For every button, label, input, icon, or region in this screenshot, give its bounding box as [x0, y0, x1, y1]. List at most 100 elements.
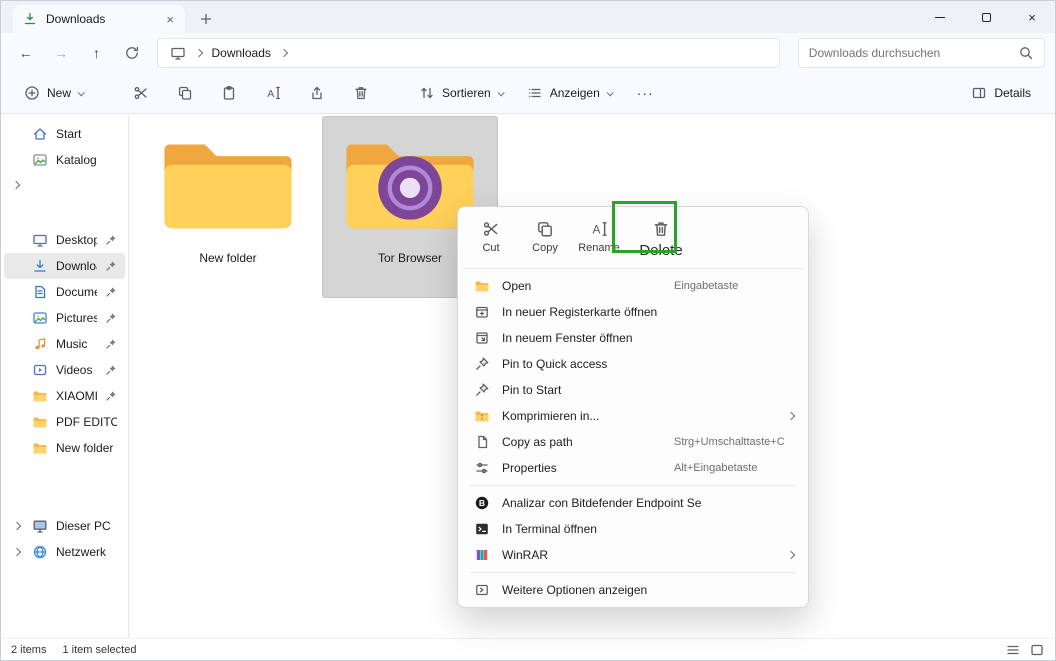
more-options-icon	[474, 582, 490, 598]
sidebar-item-desktop[interactable]: Desktop	[4, 227, 125, 253]
maximize-button[interactable]	[963, 1, 1009, 33]
menu-item-compress[interactable]: Komprimieren in...	[462, 403, 804, 429]
copy-button[interactable]: Copy	[522, 216, 568, 256]
context-menu: Cut Copy A Rename Delete Open Eingabetas…	[457, 206, 809, 608]
command-toolbar: New A Sortieren Anzeigen ··· Details	[1, 73, 1055, 114]
copy-icon	[177, 85, 193, 101]
sidebar-expander[interactable]	[1, 173, 128, 197]
sidebar-item-music[interactable]: Music	[4, 331, 125, 357]
menu-item-open-new-tab[interactable]: In neuer Registerkarte öffnen	[462, 299, 804, 325]
sidebar-item-start[interactable]: Start	[4, 121, 125, 147]
new-tab-icon	[474, 304, 490, 320]
context-menu-quick-actions: Cut Copy A Rename Delete	[462, 211, 804, 269]
titlebar: Downloads × ×	[1, 1, 1055, 33]
sidebar: Start Katalog Desktop Downloads Document…	[1, 115, 129, 638]
clipboard-icon	[221, 85, 237, 101]
thumbnail-view-toggle[interactable]	[1029, 642, 1045, 658]
sidebar-item-netzwerk[interactable]: Netzwerk	[4, 539, 125, 565]
music-icon	[32, 336, 48, 352]
menu-item-bitdefender-scan[interactable]: B Analizar con Bitdefender Endpoint Se	[462, 490, 804, 516]
more-options-button[interactable]: ···	[629, 81, 662, 105]
breadcrumb-segment[interactable]: Downloads	[212, 46, 271, 60]
new-button-label: New	[47, 86, 72, 100]
menu-item-open-terminal[interactable]: In Terminal öffnen	[462, 516, 804, 542]
sidebar-item-downloads[interactable]: Downloads	[4, 253, 125, 279]
plus-circle-icon	[24, 85, 40, 101]
window-controls: ×	[917, 1, 1055, 33]
delete-button[interactable]: Delete	[630, 216, 692, 261]
share-button[interactable]	[300, 79, 334, 107]
minimize-button[interactable]	[917, 1, 963, 33]
tab-close-button[interactable]: ×	[164, 13, 176, 26]
monitor-icon	[170, 45, 186, 61]
rename-button[interactable]: A	[256, 79, 290, 107]
copy-button[interactable]	[168, 79, 202, 107]
sort-button[interactable]: Sortieren	[412, 79, 510, 107]
menu-item-copy-as-path[interactable]: Copy as path Strg+Umschalttaste+C	[462, 429, 804, 455]
close-button[interactable]: ×	[1009, 1, 1055, 33]
view-button[interactable]: Anzeigen	[520, 79, 619, 107]
items-count: 2 items	[11, 643, 47, 656]
maximize-icon	[981, 12, 991, 22]
videos-icon	[32, 362, 48, 378]
menu-item-pin-quick-access[interactable]: Pin to Quick access	[462, 351, 804, 377]
rename-icon: A	[265, 85, 281, 101]
winrar-icon	[474, 547, 490, 563]
pin-icon	[105, 338, 117, 350]
search-bar[interactable]	[797, 38, 1045, 68]
menu-item-open-new-window[interactable]: In neuem Fenster öffnen	[462, 325, 804, 351]
sidebar-item-pictures[interactable]: Pictures	[4, 305, 125, 331]
cut-button[interactable]	[124, 79, 158, 107]
menu-item-open[interactable]: Open Eingabetaste	[462, 273, 804, 299]
context-menu-items: Open Eingabetaste In neuer Registerkarte…	[462, 269, 804, 603]
folder-large-icon	[158, 133, 298, 237]
search-icon	[1018, 45, 1034, 61]
new-button[interactable]: New	[17, 79, 90, 107]
sidebar-item-new-folder[interactable]: New folder	[4, 435, 125, 461]
minimize-icon	[935, 16, 945, 18]
details-button[interactable]: Details	[963, 79, 1039, 107]
menu-item-winrar[interactable]: WinRAR	[462, 542, 804, 568]
cut-button[interactable]: Cut	[468, 216, 514, 256]
sidebar-item-documents[interactable]: Documents	[4, 279, 125, 305]
menu-item-properties[interactable]: Properties Alt+Eingabetaste	[462, 455, 804, 481]
tab-downloads[interactable]: Downloads ×	[13, 5, 185, 33]
search-input[interactable]	[808, 46, 1010, 60]
sidebar-item-katalog[interactable]: Katalog	[4, 147, 125, 173]
new-tab-button[interactable]	[193, 7, 219, 31]
rename-label: Rename	[578, 242, 620, 254]
svg-text:A: A	[592, 223, 600, 237]
bitdefender-icon: B	[474, 495, 490, 511]
menu-item-pin-start[interactable]: Pin to Start	[462, 377, 804, 403]
view-button-label: Anzeigen	[549, 86, 600, 100]
delete-button[interactable]	[344, 79, 378, 107]
zip-folder-icon	[474, 408, 490, 424]
pin-icon	[474, 382, 490, 398]
details-button-label: Details	[994, 86, 1031, 100]
network-icon	[32, 544, 48, 560]
address-bar[interactable]: Downloads	[156, 38, 780, 68]
submenu-chevron-icon	[786, 411, 796, 421]
refresh-button[interactable]	[117, 38, 146, 68]
selected-count: 1 item selected	[62, 643, 137, 656]
menu-separator	[470, 485, 796, 486]
up-button[interactable]: ↑	[82, 38, 111, 68]
menu-item-show-more-options[interactable]: Weitere Optionen anzeigen	[462, 577, 804, 603]
copy-label: Copy	[532, 242, 558, 254]
back-button[interactable]: ←	[11, 38, 40, 68]
file-tile-new-folder[interactable]: New folder	[140, 117, 316, 299]
sidebar-item-dieser-pc[interactable]: Dieser PC	[4, 513, 125, 539]
list-view-toggle[interactable]	[1005, 642, 1021, 658]
chevron-right-icon	[279, 48, 289, 58]
trash-icon	[353, 85, 369, 101]
sidebar-item-xiaomi-poco-f[interactable]: XIAOMI POCO F	[4, 383, 125, 409]
chevron-down-icon	[497, 88, 505, 96]
sidebar-item-videos[interactable]: Videos	[4, 357, 125, 383]
view-icon	[527, 85, 543, 101]
forward-button[interactable]: →	[46, 38, 75, 68]
paste-button[interactable]	[212, 79, 246, 107]
pin-icon	[105, 312, 117, 324]
rename-button[interactable]: A Rename	[576, 216, 622, 256]
sidebar-item-pdf-editor[interactable]: PDF EDITOR	[4, 409, 125, 435]
scissors-icon	[482, 220, 500, 238]
